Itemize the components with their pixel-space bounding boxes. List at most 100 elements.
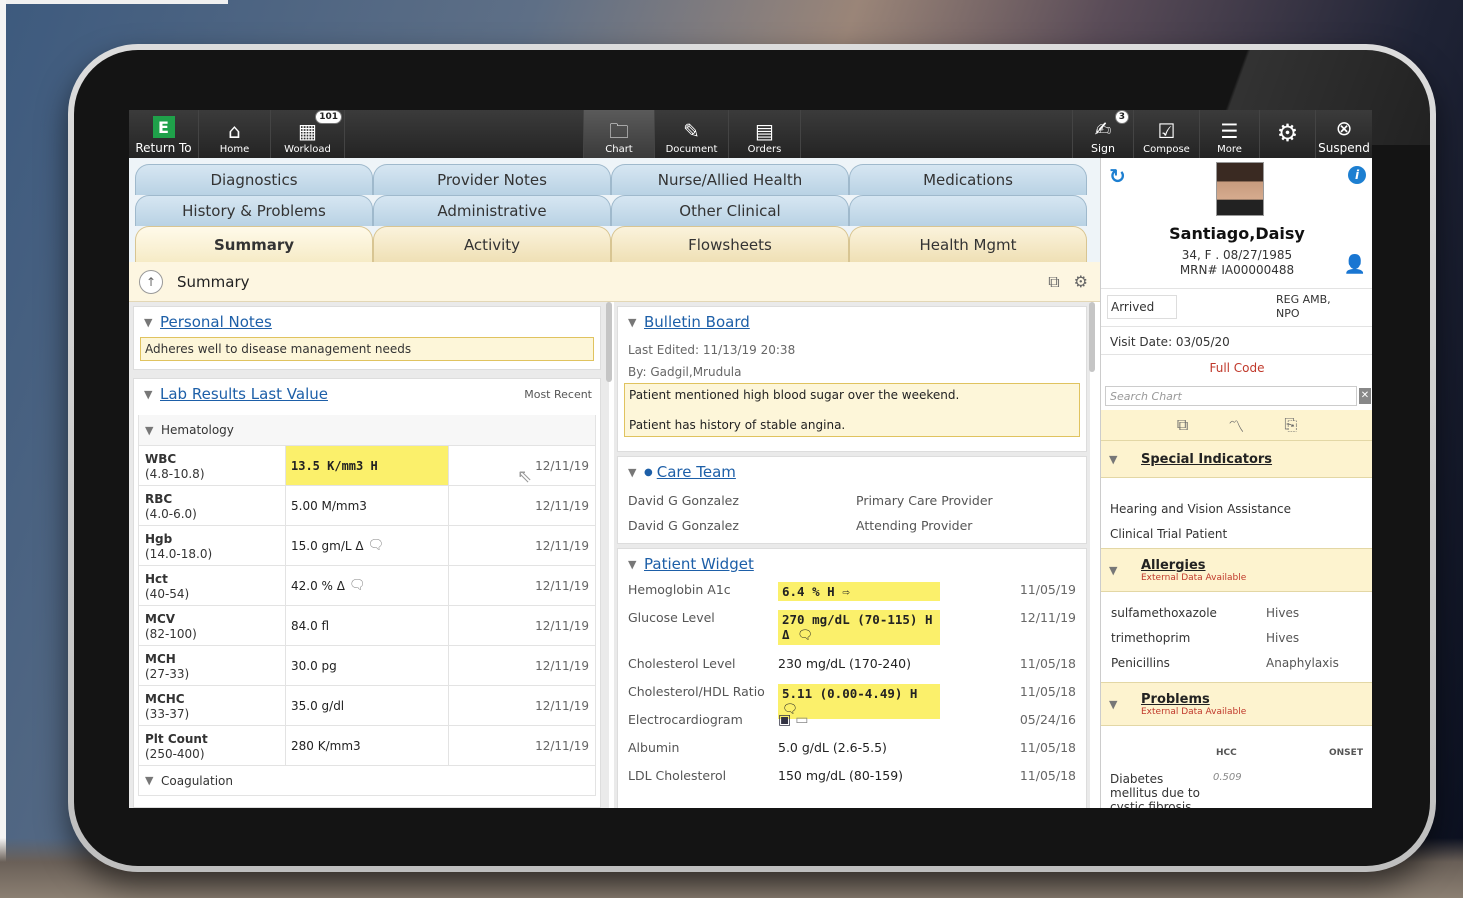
chart-button[interactable]: 🗀 Chart <box>583 110 655 158</box>
info-icon[interactable]: i <box>1348 166 1366 184</box>
chevron-down-icon[interactable]: ▼ <box>144 388 160 401</box>
bulletin-board-link[interactable]: Bulletin Board <box>644 313 750 331</box>
widget-row[interactable]: Cholesterol/HDL Ratio 5.11 (0.00-4.49) H … <box>618 681 1086 719</box>
patient-widget-link[interactable]: Patient Widget <box>644 555 754 573</box>
widget-date: 11/05/18 <box>1019 656 1076 671</box>
suspend-button[interactable]: ⊗ Suspend <box>1316 110 1372 158</box>
tab-history-problems[interactable]: History & Problems <box>135 195 373 226</box>
lab-name: Hgb (14.0-18.0) <box>139 526 286 565</box>
chevron-down-icon[interactable]: ▼ <box>628 316 644 329</box>
coagulation-group[interactable]: ▼ Coagulation <box>139 765 595 795</box>
orders-button[interactable]: ▤ Orders <box>729 110 801 158</box>
tab-medications[interactable]: Medications <box>849 164 1087 195</box>
home-button[interactable]: ⌂ Home <box>199 110 271 158</box>
trend-chart-icon[interactable]: 〽 <box>1228 413 1244 437</box>
tab-administrative[interactable]: Administrative <box>373 195 611 226</box>
middle-scrollbar[interactable] <box>1089 302 1095 372</box>
return-to-button[interactable]: E Return To <box>129 110 199 158</box>
widget-name: Albumin <box>628 740 680 755</box>
tab-nurse-allied-health[interactable]: Nurse/Allied Health <box>611 164 849 195</box>
tab-summary[interactable]: Summary <box>135 226 373 262</box>
export-icon[interactable]: ⧉ <box>1177 415 1188 435</box>
widget-delta: Δ <box>782 627 790 642</box>
tab-health-mgmt[interactable]: Health Mgmt <box>849 226 1087 262</box>
chevron-down-icon[interactable]: ▼ <box>628 466 644 479</box>
widget-row[interactable]: Hemoglobin A1c 6.4 % H ⇨ 11/05/19 <box>618 579 1086 607</box>
clipboard-copy-icon[interactable]: ⎘ <box>1284 415 1297 435</box>
comment-icon[interactable]: 🗨 <box>797 627 813 642</box>
care-team-link[interactable]: Care Team <box>657 463 736 481</box>
document-button[interactable]: ✎ Document <box>655 110 729 158</box>
patient-demographics: 34, F . 08/27/1985 <box>1181 248 1293 262</box>
care-team-panel: ▼ ● Care Team David G Gonzalez Primary C… <box>617 456 1087 544</box>
widget-value-text: 6.4 % H <box>782 584 835 599</box>
allergy-row[interactable]: trimethoprim Hives <box>1101 631 1372 656</box>
settings-button[interactable]: ⚙ <box>1260 110 1316 158</box>
external-doc-icon[interactable]: ⇨ <box>842 584 850 599</box>
sign-label: Sign <box>1091 142 1115 155</box>
export-icon[interactable]: ⧉ <box>1048 272 1059 292</box>
gear-icon[interactable]: ⚙ <box>1074 272 1088 292</box>
widget-row[interactable]: Cholesterol Level 230 mg/dL (170-240) 11/0… <box>618 653 1086 681</box>
lab-row[interactable]: Hgb (14.0-18.0) 15.0 gm/L Δ 🗨 12/11/19 <box>139 525 595 565</box>
patient-banner: ↻ i Santiago,Daisy 34, F . 08/27/1985 MR… <box>1100 158 1372 808</box>
special-indicators-title: Special Indicators <box>1141 451 1273 467</box>
compose-label: Compose <box>1143 144 1190 155</box>
member-name: David G Gonzalez <box>628 493 739 508</box>
lab-row[interactable]: RBC (4.0-6.0) 5.00 M/mm3 12/11/19 <box>139 485 595 525</box>
lab-results-link[interactable]: Lab Results Last Value <box>160 385 328 403</box>
widget-row[interactable]: Glucose Level 270 mg/dL (70-115) HΔ 🗨 12/1… <box>618 607 1086 653</box>
document-icon[interactable]: ▭ <box>795 712 808 728</box>
allergy-row[interactable]: sulfamethoxazole Hives <box>1101 606 1372 631</box>
expand-up-icon[interactable]: ↑ <box>139 269 163 294</box>
compose-icon: ☑ <box>1157 119 1176 143</box>
special-indicators-header[interactable]: ▼ Special Indicators <box>1101 440 1372 478</box>
lab-test: MCH <box>145 652 176 666</box>
tab-other-clinical[interactable]: Other Clinical <box>611 195 849 226</box>
chevron-down-icon: ▼ <box>145 423 154 437</box>
problems-header[interactable]: ▼ Problems External Data Available <box>1101 682 1372 726</box>
comment-icon[interactable]: 🗨 <box>349 578 366 593</box>
tab-flowsheets[interactable]: Flowsheets <box>611 226 849 262</box>
allergies-header[interactable]: ▼ Allergies External Data Available <box>1101 548 1372 592</box>
sign-button[interactable]: ✍ 3 Sign <box>1072 110 1134 158</box>
widget-row[interactable]: Albumin 5.0 g/dL (2.6-5.5) 11/05/18 <box>618 737 1086 765</box>
compose-button[interactable]: ☑ Compose <box>1134 110 1200 158</box>
person-icon[interactable]: 👤 <box>1344 254 1366 275</box>
ecg-image-icon[interactable]: ▣ <box>778 712 791 728</box>
chevron-down-icon[interactable]: ▼ <box>144 316 160 329</box>
care-team-row[interactable]: David G Gonzalez Primary Care Provider <box>618 487 1086 508</box>
comment-icon[interactable]: 🗨 <box>368 538 385 553</box>
lab-row[interactable]: MCHC (33-37) 35.0 g/dl 12/11/19 <box>139 685 595 725</box>
clear-search-icon[interactable]: ✕ <box>1359 388 1371 404</box>
onset-column: ONSET <box>1329 748 1363 758</box>
allergies-title: Allergies <box>1141 557 1206 573</box>
lab-range: (250-400) <box>145 747 205 761</box>
personal-note[interactable]: Adheres well to disease management needs <box>140 337 594 361</box>
lab-row[interactable]: Hct (40-54) 42.0 % Δ 🗨 12/11/19 <box>139 565 595 605</box>
widget-row[interactable]: Electrocardiogram ▣ ▭ 05/24/16 <box>618 709 1086 737</box>
visit-status-row: Arrived REG AMB, NPO <box>1101 288 1372 326</box>
hematology-group[interactable]: ▼ Hematology <box>139 415 595 445</box>
tab-diagnostics[interactable]: Diagnostics <box>135 164 373 195</box>
lab-row[interactable]: MCH (27-33) 30.0 pg 12/11/19 <box>139 645 595 685</box>
refresh-icon[interactable]: ↻ <box>1109 164 1126 188</box>
lab-row[interactable]: MCV (82-100) 84.0 fl 12/11/19 <box>139 605 595 645</box>
tab-provider-notes[interactable]: Provider Notes <box>373 164 611 195</box>
bullet-dot-icon: ● <box>644 466 653 478</box>
personal-notes-link[interactable]: Personal Notes <box>160 313 272 331</box>
allergy-row[interactable]: Penicillins Anaphylaxis <box>1101 656 1372 681</box>
chevron-down-icon[interactable]: ▼ <box>628 558 644 571</box>
lab-value: 30.0 pg <box>286 646 449 685</box>
more-button[interactable]: ☰ More <box>1200 110 1260 158</box>
left-scrollbar[interactable] <box>606 302 612 382</box>
lab-row[interactable]: Plt Count (250-400) 280 K/mm3 12/11/19 <box>139 725 595 765</box>
lab-name: Hct (40-54) <box>139 566 286 605</box>
workload-button[interactable]: ▦ 101 Workload <box>271 110 345 158</box>
tab-activity[interactable]: Activity <box>373 226 611 262</box>
bulletin-message[interactable]: Patient mentioned high blood sugar over … <box>624 383 1080 437</box>
problem-item[interactable]: Diabetes mellitus due to cystic fibrosis <box>1110 772 1200 808</box>
care-team-row[interactable]: David G Gonzalez Attending Provider <box>618 508 1086 533</box>
widget-row[interactable]: LDL Cholesterol 150 mg/dL (80-159) 11/05/1… <box>618 765 1086 793</box>
search-chart-input[interactable]: Search Chart <box>1105 386 1357 406</box>
